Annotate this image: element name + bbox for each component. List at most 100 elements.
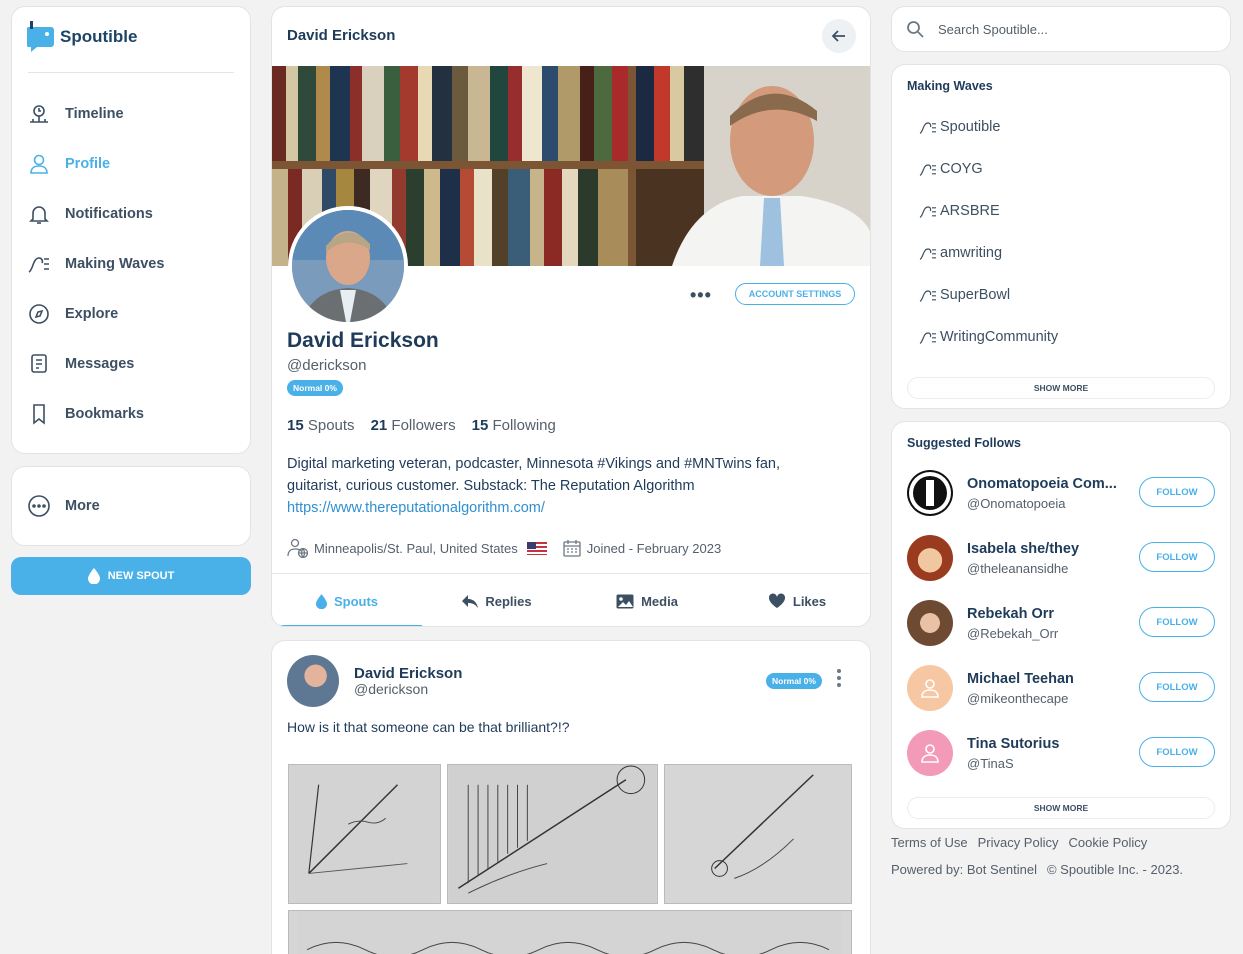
follow-button[interactable]: FOLLOW xyxy=(1139,607,1215,637)
avatar[interactable] xyxy=(907,600,953,646)
nav-item-explore[interactable]: Explore xyxy=(27,299,118,329)
search-icon xyxy=(907,21,924,38)
follow-name[interactable]: Michael Teehan xyxy=(967,671,1127,687)
brand-name: Spoutible xyxy=(60,27,138,46)
powered-by-link[interactable]: Powered by: Bot Sentinel xyxy=(891,862,1037,877)
profile-photo xyxy=(292,210,404,322)
tab-label: Likes xyxy=(792,593,827,609)
follow-handle: @Rebekah_Orr xyxy=(967,626,1059,641)
default-avatar-icon xyxy=(921,679,939,698)
copyright-text: © Spoutible Inc. - 2023. xyxy=(1046,862,1184,877)
nav-item-timeline[interactable]: Timeline xyxy=(27,99,124,129)
avatar[interactable] xyxy=(907,470,953,516)
follow-suggestion: Michael Teehan @mikeonthecape FOLLOW xyxy=(907,665,1217,715)
followers-stat[interactable]: 21 Followers xyxy=(371,417,456,434)
more-button[interactable]: More xyxy=(27,491,100,521)
nav-item-bookmarks[interactable]: Bookmarks xyxy=(27,399,144,429)
follow-button[interactable]: FOLLOW xyxy=(1139,737,1215,767)
waves-show-more-button[interactable]: SHOW MORE xyxy=(907,377,1215,399)
nav-label: Notifications xyxy=(65,206,153,222)
wave-label: Spoutible xyxy=(940,119,1001,135)
wave-item[interactable]: SuperBowl xyxy=(918,287,1010,303)
follow-name[interactable]: Onomatopoeia Com... xyxy=(967,476,1127,492)
logo[interactable]: Spoutible xyxy=(27,21,137,53)
nav-item-messages[interactable]: Messages xyxy=(27,349,134,379)
nav-divider xyxy=(28,72,234,73)
calendar-icon xyxy=(563,540,581,557)
sketch-drawing xyxy=(665,765,851,903)
avatar[interactable] xyxy=(907,665,953,711)
follow-button[interactable]: FOLLOW xyxy=(1139,672,1215,702)
follows-show-more-button[interactable]: SHOW MORE xyxy=(907,797,1215,819)
post-author-avatar[interactable] xyxy=(287,655,339,707)
follow-suggestion: Tina Sutorius @TinaS FOLLOW xyxy=(907,730,1217,780)
post-author-name[interactable]: David Erickson xyxy=(354,665,462,682)
profile-options-button[interactable]: ••• xyxy=(690,285,712,306)
new-spout-button[interactable]: NEW SPOUT xyxy=(11,557,251,595)
follow-button[interactable]: FOLLOW xyxy=(1139,542,1215,572)
post-text: How is it that someone can be that brill… xyxy=(287,719,570,735)
avatar[interactable] xyxy=(907,730,953,776)
nav-label: Bookmarks xyxy=(65,406,144,422)
wave-item[interactable]: ARSBRE xyxy=(918,203,1000,219)
post-status-badge: Normal 0% xyxy=(766,673,822,689)
follow-name[interactable]: Isabela she/they xyxy=(967,541,1127,557)
nav-label: Making Waves xyxy=(65,256,165,272)
search-input[interactable] xyxy=(938,21,1188,37)
profile-joined: Joined - February 2023 xyxy=(586,540,722,556)
follow-handle: @mikeonthecape xyxy=(967,691,1069,706)
bookmark-icon xyxy=(27,402,51,426)
nav-label: Timeline xyxy=(65,106,124,122)
tab-label: Replies xyxy=(485,593,532,609)
follow-name[interactable]: Rebekah Orr xyxy=(967,606,1127,622)
wave-item[interactable]: WritingCommunity xyxy=(918,329,1058,345)
follow-name[interactable]: Tina Sutorius xyxy=(967,736,1127,752)
post-author-handle[interactable]: @derickson xyxy=(354,681,428,697)
nav-item-profile[interactable]: Profile xyxy=(27,149,110,179)
avatar[interactable] xyxy=(907,535,953,581)
wave-item[interactable]: amwriting xyxy=(918,245,1002,261)
profile-website-link[interactable]: https://www.thereputationalgorithm.com/ xyxy=(287,500,545,516)
profile-header-title: David Erickson xyxy=(287,27,396,44)
follow-handle: @Onomatopoeia xyxy=(967,496,1066,511)
footer-credits: Powered by: Bot Sentinel © Spoutible Inc… xyxy=(891,862,1183,877)
wave-icon xyxy=(919,248,936,260)
post-options-button[interactable] xyxy=(837,669,841,687)
follow-handle: @theleanansidhe xyxy=(967,561,1069,576)
follow-handle: @TinaS xyxy=(967,756,1014,771)
drop-icon xyxy=(315,593,327,609)
profile-location: Minneapolis/St. Paul, United States xyxy=(314,540,518,556)
tab-spouts[interactable]: Spouts xyxy=(272,574,422,626)
profile-avatar[interactable] xyxy=(288,206,408,326)
post-image[interactable] xyxy=(288,764,441,904)
tab-likes[interactable]: Likes xyxy=(722,574,870,626)
post-image[interactable] xyxy=(664,764,852,904)
post-image[interactable] xyxy=(288,910,852,954)
back-button[interactable] xyxy=(822,19,856,53)
nav-label: Profile xyxy=(65,156,111,172)
footer-links: Terms of Use Privacy Policy Cookie Polic… xyxy=(891,835,1147,850)
wave-item[interactable]: COYG xyxy=(918,161,983,177)
timeline-icon xyxy=(27,102,51,126)
tab-replies[interactable]: Replies xyxy=(422,574,572,626)
follow-suggestion: Isabela she/they @theleanansidhe FOLLOW xyxy=(907,535,1217,585)
spouts-stat[interactable]: 15 Spouts xyxy=(287,417,355,434)
message-icon xyxy=(27,352,51,376)
terms-link[interactable]: Terms of Use xyxy=(891,835,968,850)
account-settings-button[interactable]: ACCOUNT SETTINGS xyxy=(735,283,855,305)
follow-button[interactable]: FOLLOW xyxy=(1139,477,1215,507)
post-image[interactable] xyxy=(447,764,658,904)
nav-item-notifications[interactable]: Notifications xyxy=(27,199,153,229)
following-label: Following xyxy=(492,417,556,434)
nav-item-making-waves[interactable]: Making Waves xyxy=(27,249,164,279)
wave-icon xyxy=(919,290,936,302)
wave-item[interactable]: Spoutible xyxy=(918,119,1000,135)
follow-suggestion: Rebekah Orr @Rebekah_Orr FOLLOW xyxy=(907,600,1217,650)
sketch-drawing xyxy=(297,911,843,954)
tab-label: Spouts xyxy=(333,593,379,609)
privacy-link[interactable]: Privacy Policy xyxy=(978,835,1059,850)
tab-media[interactable]: Media xyxy=(572,574,722,626)
following-stat[interactable]: 15 Following xyxy=(472,417,556,434)
cookie-link[interactable]: Cookie Policy xyxy=(1069,835,1148,850)
tab-label: Media xyxy=(641,593,678,609)
